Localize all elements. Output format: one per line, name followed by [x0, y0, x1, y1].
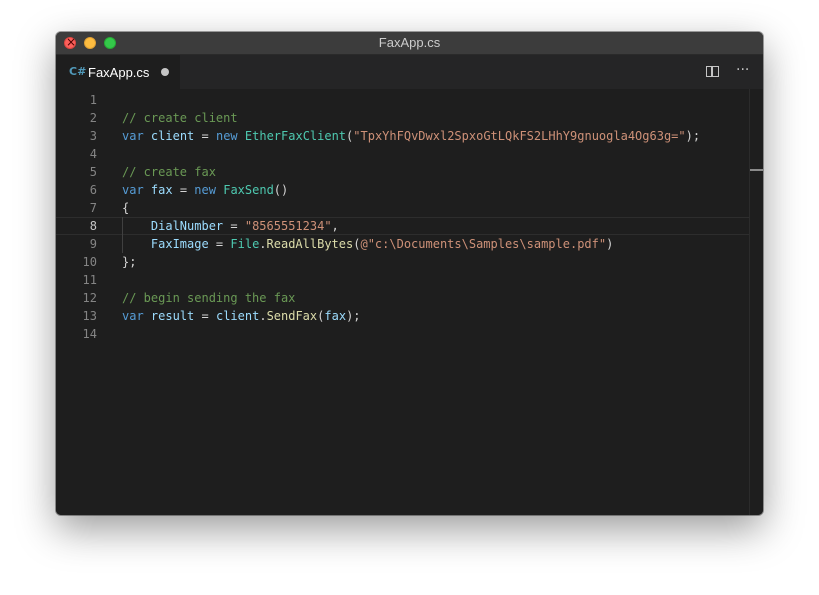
code-line[interactable]: 10};	[56, 253, 749, 271]
code-line[interactable]: 1	[56, 91, 749, 109]
code-token: // begin sending the fax	[122, 291, 296, 305]
code-line[interactable]: 13 var result = client.SendFax(fax);	[56, 307, 749, 325]
code-line[interactable]: 5 // create fax	[56, 163, 749, 181]
code-token: "8565551234"	[244, 219, 332, 233]
csharp-file-icon: C#	[69, 65, 87, 78]
code-line[interactable]: 9 FaxImage = File.ReadAllBytes(@"c:\Docu…	[56, 235, 749, 253]
line-number: 12	[82, 291, 97, 305]
tab-label: FaxApp.cs	[88, 64, 150, 80]
code-editor[interactable]: 1 2// create client 3 var client = new Ethe…	[56, 89, 763, 515]
tab-faxapp[interactable]: C# FaxApp.cs	[56, 55, 180, 89]
code-token: // create fax	[122, 165, 216, 179]
code-line[interactable]: 12 // begin sending the fax	[56, 289, 749, 307]
code-text: FaxImage = File.ReadAllBytes(@"c:\Docume…	[122, 235, 613, 253]
line-number: 2	[89, 111, 97, 125]
code-text: };	[122, 253, 136, 271]
code-token: =	[194, 129, 216, 143]
code-token: client	[215, 309, 260, 323]
code-token: );	[346, 309, 361, 323]
code-token: =	[172, 183, 195, 197]
code-token: client	[150, 129, 195, 143]
editor-window: FaxApp.cs C# FaxApp.cs ··· 12// create c…	[56, 32, 763, 515]
line-number: 4	[89, 147, 97, 161]
line-number: 14	[82, 327, 97, 341]
unsaved-dot-icon[interactable]	[161, 68, 170, 76]
code-token: .	[259, 237, 267, 251]
code-token: FaxImage	[150, 237, 209, 251]
code-text: var fax = new FaxSend()	[122, 181, 288, 199]
code-token: =	[194, 309, 216, 323]
code-token: DialNumber	[150, 219, 224, 233]
code-line[interactable]: 3 var client = new EtherFaxClient("TpxYhF…	[56, 127, 749, 145]
code-line[interactable]: 14	[56, 325, 749, 343]
code-token: fax	[150, 183, 173, 197]
line-number: 10	[82, 255, 97, 269]
code-line[interactable]: 4	[56, 145, 749, 163]
indent-guide	[122, 217, 123, 253]
code-token: .	[259, 309, 267, 323]
code-token: SendFax	[266, 309, 318, 323]
code-token: var	[122, 129, 144, 143]
code-text: // create fax	[122, 163, 216, 181]
code-token: };	[122, 255, 137, 269]
code-token: ReadAllBytes	[266, 237, 354, 251]
code-token: var	[122, 183, 144, 197]
more-actions-icon[interactable]: ···	[736, 62, 749, 78]
line-number: 8	[89, 219, 97, 233]
code-line[interactable]: 6 var fax = new FaxSend()	[56, 181, 749, 199]
code-text: var result = client.SendFax(fax);	[122, 307, 361, 325]
code-token: new	[194, 183, 216, 197]
code-text: DialNumber = "8565551234",	[122, 218, 339, 234]
line-number: 13	[82, 309, 97, 323]
code-line[interactable]: 7{	[56, 199, 749, 217]
code-token: var	[122, 309, 144, 323]
code-token: "TpxYhFQvDwxl2SpxoGtLQkFS2LHhY9gnuogla4O…	[353, 129, 686, 143]
code-token: // create client	[122, 111, 238, 125]
title-bar: FaxApp.cs	[56, 32, 763, 55]
line-number: 6	[89, 183, 97, 197]
tab-bar: C# FaxApp.cs ···	[56, 55, 763, 89]
code-token: );	[685, 129, 701, 143]
code-line[interactable]: 8 DialNumber = "8565551234",	[56, 217, 749, 235]
vertical-scrollbar[interactable]	[749, 89, 763, 515]
window-title: FaxApp.cs	[378, 35, 441, 50]
code-line[interactable]: 11	[56, 271, 749, 289]
code-token: ()	[273, 183, 289, 197]
line-number: 5	[89, 165, 97, 179]
scrollbar-cursor-marker	[750, 169, 763, 171]
code-token: )	[606, 237, 614, 251]
line-number: 3	[89, 129, 97, 143]
code-token: FaxSend	[223, 183, 274, 197]
code-token: =	[208, 237, 231, 251]
line-number: 11	[82, 273, 97, 287]
line-number: 1	[89, 93, 97, 107]
split-editor-icon[interactable]	[706, 66, 719, 77]
code-token: =	[223, 219, 245, 233]
code-token: EtherFaxClient	[244, 129, 347, 143]
line-number: 9	[89, 237, 97, 251]
code-token: result	[150, 309, 195, 323]
code-token: @"c:\Documents\Samples\sample.pdf"	[360, 237, 607, 251]
code-text: // create client	[122, 109, 238, 127]
code-token: new	[215, 129, 238, 143]
line-number: 7	[89, 201, 97, 215]
code-text: // begin sending the fax	[122, 289, 295, 307]
code-token: fax	[324, 309, 347, 323]
code-text: var client = new EtherFaxClient("TpxYhFQ…	[122, 127, 700, 145]
code-token: ,	[331, 219, 339, 233]
code-text: {	[122, 199, 129, 217]
code-token: {	[122, 201, 130, 215]
code-token: File	[230, 237, 260, 251]
code-line[interactable]: 2 // create client	[56, 109, 749, 127]
